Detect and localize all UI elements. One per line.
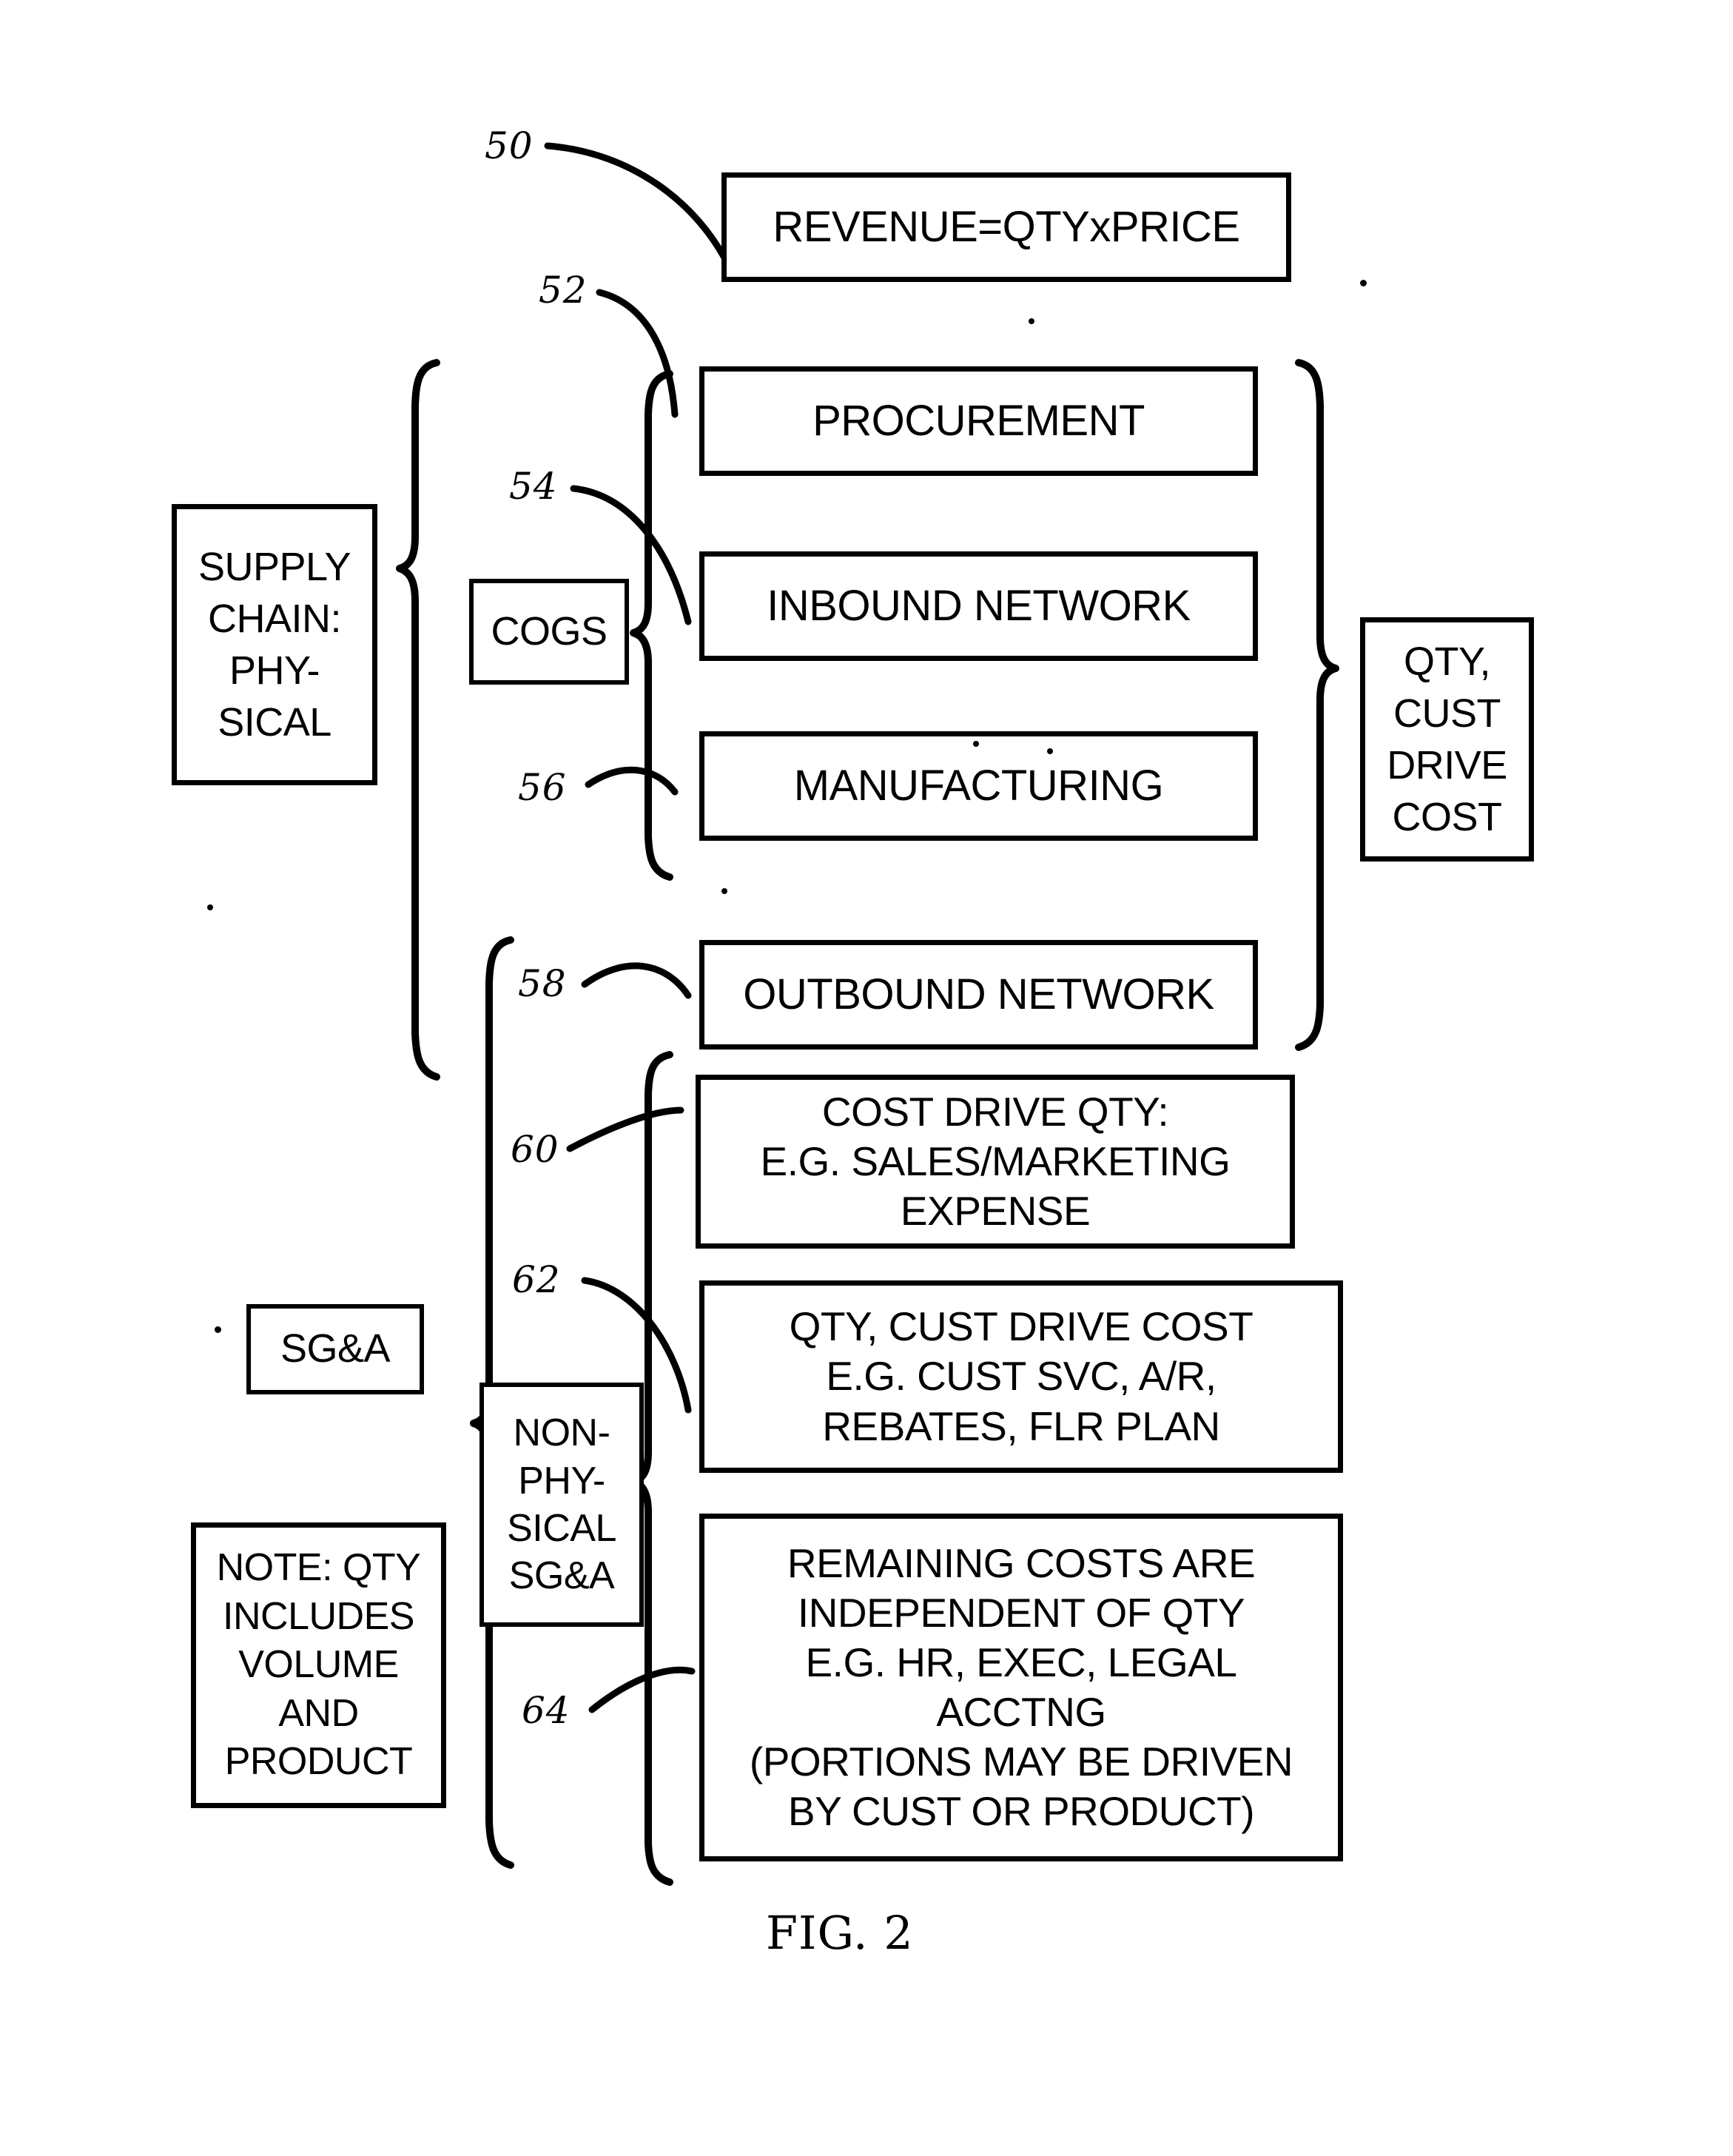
ref-numeral-52: 52 [539,269,588,312]
box-remaining-costs-label: REMAINING COSTS ARE INDEPENDENT OF QTY E… [749,1539,1293,1835]
box-procurement-label: PROCUREMENT [812,396,1145,445]
box-cogs: COGS [469,579,629,685]
box-cogs-label: COGS [491,608,608,654]
leader-line-58 [581,962,692,999]
box-cost-drive-qty-label: COST DRIVE QTY: E.G. SALES/MARKETING EXP… [760,1088,1231,1235]
box-supply-chain-label: SUPPLY CHAIN: PHY- SICAL [198,544,351,745]
box-outbound-network: OUTBOUND NETWORK [699,940,1258,1050]
scan-speck [721,888,727,894]
box-outbound-network-label: OUTBOUND NETWORK [743,970,1214,1018]
box-inbound-network-label: INBOUND NETWORK [767,581,1191,630]
scan-speck [215,1326,221,1333]
ref-56-text: 56 [518,766,567,809]
box-sga-label: SG&A [280,1326,391,1371]
ref-numeral-64: 64 [522,1689,571,1732]
ref-62-text: 62 [512,1258,561,1301]
figure-label: FIG. 2 [766,1906,914,1960]
ref-58-text: 58 [518,962,567,1005]
ref-numeral-60: 60 [511,1128,559,1171]
box-remaining-costs: REMAINING COSTS ARE INDEPENDENT OF QTY E… [699,1514,1343,1861]
leader-line-64 [588,1666,696,1713]
ref-numeral-50: 50 [485,124,534,167]
ref-64-text: 64 [522,1689,571,1732]
box-revenue: REVENUE=QTYxPRICE [721,172,1291,282]
scan-speck [973,741,979,747]
box-manufacturing: MANUFACTURING [699,731,1258,841]
leader-line-60 [566,1106,684,1152]
box-revenue-label: REVENUE=QTYxPRICE [773,202,1240,251]
ref-numeral-62: 62 [512,1258,561,1301]
leader-line-56 [585,766,679,796]
ref-50-text: 50 [485,124,534,167]
leader-line-52 [596,289,679,418]
box-manufacturing-label: MANUFACTURING [793,761,1164,810]
ref-numeral-56: 56 [518,766,567,809]
ref-numeral-58: 58 [518,962,567,1005]
ref-52-text: 52 [539,269,588,312]
ref-60-text: 60 [511,1128,559,1171]
box-inbound-network: INBOUND NETWORK [699,551,1258,661]
box-qty-cust-drive-cost: QTY, CUST DRIVE COST E.G. CUST SVC, A/R,… [699,1280,1343,1473]
brace-supply-chain [396,359,440,1081]
figure-label-text: FIG. 2 [766,1906,914,1960]
scan-speck [1360,280,1367,286]
ref-54-text: 54 [509,465,558,508]
box-non-physical-sga-label: NON- PHY- SICAL SG&A [507,1411,616,1598]
box-qty-cust-drive-cost-right: QTY, CUST DRIVE COST [1360,617,1534,862]
ref-numeral-54: 54 [509,465,558,508]
scan-speck [1047,748,1053,754]
leader-line-50 [544,142,729,263]
scan-speck [207,904,213,910]
box-procurement: PROCUREMENT [699,366,1258,476]
box-qty-cust-drive-cost-right-label: QTY, CUST DRIVE COST [1387,639,1507,840]
brace-cogs [630,370,673,881]
box-qty-cust-drive-cost-label: QTY, CUST DRIVE COST E.G. CUST SVC, A/R,… [789,1303,1254,1449]
box-note: NOTE: QTY INCLUDES VOLUME AND PRODUCT [191,1522,446,1808]
box-cost-drive-qty: COST DRIVE QTY: E.G. SALES/MARKETING EXP… [696,1075,1295,1249]
box-sga: SG&A [246,1304,424,1394]
box-note-label: NOTE: QTY INCLUDES VOLUME AND PRODUCT [216,1546,421,1784]
patent-figure-sheet: REVENUE=QTYxPRICE PROCUREMENT INBOUND NE… [0,0,1733,2156]
scan-speck [1029,318,1034,324]
box-supply-chain: SUPPLY CHAIN: PHY- SICAL [172,504,377,785]
brace-qty-cust-drive-cost [1295,359,1339,1051]
box-non-physical-sga: NON- PHY- SICAL SG&A [479,1383,644,1627]
